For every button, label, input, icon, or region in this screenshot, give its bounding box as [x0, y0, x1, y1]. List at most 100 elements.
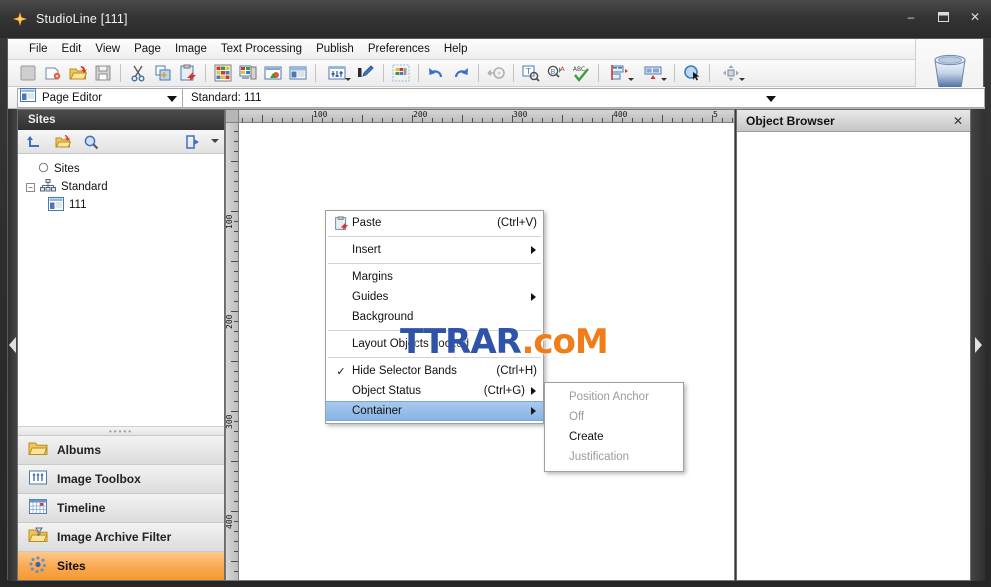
page-combobox[interactable]: Standard: 111 — [183, 87, 985, 108]
dock-button-albums[interactable]: Albums — [18, 435, 224, 464]
maximize-button[interactable] — [935, 10, 951, 24]
layout-grid-icon[interactable] — [211, 62, 235, 85]
save-icon[interactable] — [91, 62, 115, 85]
page-preview-icon[interactable] — [236, 62, 260, 85]
menu-preferences[interactable]: Preferences — [361, 41, 437, 57]
filter-folder-icon — [28, 527, 48, 547]
context-menu-item-insert[interactable]: Insert — [326, 240, 543, 260]
chevron-down-icon[interactable] — [211, 139, 219, 143]
minimize-button[interactable]: – — [903, 10, 919, 24]
dock-button-sites[interactable]: Sites — [18, 551, 224, 580]
menu-image[interactable]: Image — [168, 41, 214, 57]
palette-icon[interactable] — [389, 62, 413, 85]
context-menu-item-margins[interactable]: Margins — [326, 267, 543, 287]
ruler-tick — [542, 118, 543, 122]
menu-view[interactable]: View — [88, 41, 127, 57]
new-folder-icon[interactable] — [52, 132, 74, 152]
context-menu-item-paste[interactable]: Paste (Ctrl+V) — [326, 213, 543, 233]
spellcheck-icon[interactable]: ABC — [569, 62, 593, 85]
toolbox-icon — [28, 469, 48, 489]
ruler-tick — [502, 118, 503, 122]
context-menu-item-label: Hide Selector Bands — [352, 365, 457, 377]
context-menu-item-accel: (Ctrl+H) — [496, 365, 537, 377]
ruler-tick — [262, 115, 263, 122]
go-up-icon[interactable] — [24, 132, 46, 152]
submenu-item-create[interactable]: Create — [545, 427, 683, 447]
chevron-down-icon[interactable] — [345, 77, 351, 81]
page-combobox-value: Standard: 111 — [191, 91, 262, 104]
dock-button-image-toolbox[interactable]: Image Toolbox — [18, 464, 224, 493]
context-menu-item-layout-objects-locked[interactable]: Layout Objects Locked — [326, 334, 543, 354]
object-browser-body[interactable] — [737, 132, 970, 580]
collapse-left-panel-button[interactable] — [8, 109, 17, 581]
copy-icon[interactable] — [151, 62, 175, 85]
open-folder-icon[interactable] — [66, 62, 90, 85]
select-object-icon[interactable] — [680, 62, 704, 85]
vertical-ruler[interactable]: 100 200 300 400 — [226, 123, 239, 580]
horizontal-ruler[interactable]: 100 200 300 400 5 — [239, 110, 734, 123]
menu-text-processing[interactable]: Text Processing — [214, 41, 309, 57]
submenu-item-position-anchor[interactable]: Position Anchor — [545, 387, 683, 407]
dock-button-image-archive-filter[interactable]: Image Archive Filter — [18, 522, 224, 551]
chevron-down-icon[interactable] — [739, 77, 745, 81]
menu-file[interactable]: File — [22, 41, 55, 57]
move-object-icon[interactable] — [715, 62, 747, 85]
submenu-item-justification[interactable]: Justification — [545, 447, 683, 467]
menu-page[interactable]: Page — [127, 41, 168, 57]
context-menu-item-guides[interactable]: Guides — [326, 287, 543, 307]
page-editor-icon[interactable] — [286, 62, 310, 85]
toolbar-separator — [674, 64, 675, 82]
find-replace-icon[interactable]: B A — [544, 62, 568, 85]
ruler-tick — [592, 118, 593, 122]
context-menu-item-background[interactable]: Background — [326, 307, 543, 327]
ruler-tick — [492, 118, 493, 122]
context-menu-item-hide-selector-bands[interactable]: ✓ Hide Selector Bands (Ctrl+H) — [326, 361, 543, 381]
context-menu-item-object-status[interactable]: Object Status (Ctrl+G) — [326, 381, 543, 401]
paste-icon[interactable] — [176, 62, 200, 85]
close-icon[interactable]: ✕ — [953, 115, 963, 127]
menu-publish[interactable]: Publish — [309, 41, 361, 57]
context-menu-item-accel: (Ctrl+G) — [483, 385, 525, 397]
dock-button-timeline[interactable]: Timeline — [18, 493, 224, 522]
ruler-tick — [402, 118, 403, 122]
title-bar: StudioLine [111] – ✕ — [0, 0, 991, 38]
menu-edit[interactable]: Edit — [55, 41, 89, 57]
align-center-icon[interactable] — [637, 62, 669, 85]
text-search-icon[interactable]: T — [519, 62, 543, 85]
chevron-down-icon[interactable] — [167, 95, 177, 102]
burn-disc-icon[interactable] — [484, 62, 508, 85]
tree-item-sites[interactable]: Sites — [18, 160, 224, 178]
cut-icon[interactable] — [126, 62, 150, 85]
toolbar-separator — [383, 64, 384, 82]
tree-expander[interactable]: − — [26, 182, 35, 192]
collapse-right-panel-button[interactable] — [971, 109, 985, 581]
chevron-down-icon[interactable] — [628, 77, 634, 81]
object-browser-panel: Object Browser ✕ — [736, 109, 971, 581]
submenu-arrow-icon — [531, 246, 536, 254]
new-page-icon[interactable] — [16, 62, 40, 85]
eyedropper-icon[interactable] — [354, 62, 378, 85]
chevron-down-icon[interactable] — [661, 77, 667, 81]
adjust-sliders-icon[interactable] — [321, 62, 353, 85]
export-icon[interactable] — [182, 132, 204, 152]
menu-help[interactable]: Help — [437, 41, 475, 57]
ruler-label: 400 — [226, 514, 234, 529]
context-menu-item-container[interactable]: Container — [326, 401, 543, 421]
search-icon[interactable] — [80, 132, 102, 152]
image-properties-icon[interactable] — [261, 62, 285, 85]
undo-icon[interactable] — [424, 62, 448, 85]
main-toolbar: T B A ABC — [8, 60, 917, 87]
chevron-down-icon[interactable] — [766, 95, 776, 102]
submenu-arrow-icon — [531, 293, 536, 301]
ruler-tick — [252, 118, 253, 122]
tree-item-111[interactable]: 111 — [18, 196, 224, 214]
close-button[interactable]: ✕ — [967, 10, 983, 24]
tree-item-standard[interactable]: − Standard — [18, 178, 224, 196]
mode-combobox[interactable]: Page Editor — [17, 87, 183, 108]
panel-resize-grip[interactable]: ••••• — [18, 426, 224, 436]
redo-icon[interactable] — [449, 62, 473, 85]
align-left-icon[interactable] — [604, 62, 636, 85]
submenu-arrow-icon — [531, 407, 536, 415]
new-document-icon[interactable] — [41, 62, 65, 85]
submenu-item-off[interactable]: Off — [545, 407, 683, 427]
